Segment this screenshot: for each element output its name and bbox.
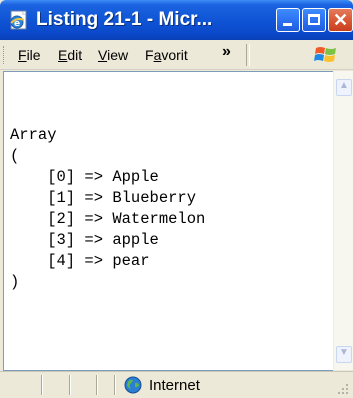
output-line: [1] => Blueberry: [10, 189, 197, 207]
arrow-up-icon: ▲: [339, 80, 349, 91]
menu-bar: File Edit View Favorit »: [0, 40, 353, 70]
output-line: [4] => pear: [10, 252, 150, 270]
output-line: ): [10, 273, 20, 291]
scroll-down-button[interactable]: ▼: [336, 346, 352, 363]
array-output: Array ( [0] => Apple [1] => Blueberry [2…: [10, 125, 205, 293]
svg-text:e: e: [14, 19, 20, 29]
menu-overflow-chevron[interactable]: »: [222, 43, 231, 61]
output-line: Array: [10, 126, 57, 144]
security-zone-label: Internet: [149, 377, 200, 394]
minimize-icon: [283, 23, 292, 26]
menu-edit[interactable]: Edit: [58, 46, 82, 64]
maximize-button[interactable]: [302, 8, 326, 32]
status-pane-divider: [69, 375, 71, 395]
scroll-up-button[interactable]: ▲: [336, 79, 352, 96]
internet-globe-icon: [124, 376, 142, 394]
menu-favorites[interactable]: Favorit: [145, 46, 207, 64]
menu-view[interactable]: View: [98, 46, 128, 64]
status-pane-divider: [114, 375, 116, 395]
browser-window: e Listing 21-1 - Micr... ✕ File Edit Vie…: [0, 0, 353, 398]
menu-file[interactable]: File: [18, 46, 41, 64]
status-bar: Internet: [0, 371, 353, 398]
title-bar[interactable]: e Listing 21-1 - Micr... ✕: [0, 0, 353, 40]
resize-grip-icon[interactable]: [336, 382, 350, 396]
toolbar-grip[interactable]: [3, 46, 6, 64]
toolbar-separator: [246, 44, 250, 66]
output-line: [3] => apple: [10, 231, 159, 249]
close-button[interactable]: ✕: [328, 8, 353, 32]
maximize-icon: [308, 14, 320, 25]
minimize-button[interactable]: [276, 8, 300, 32]
status-pane-divider: [41, 375, 43, 395]
vertical-scrollbar[interactable]: ▲ ▼: [333, 71, 353, 370]
windows-flag-logo: [314, 47, 336, 62]
arrow-down-icon: ▼: [339, 347, 349, 358]
output-line: [2] => Watermelon: [10, 210, 206, 228]
window-title: Listing 21-1 - Micr...: [36, 9, 213, 30]
output-line: [0] => Apple: [10, 168, 159, 186]
output-line: (: [10, 147, 20, 165]
status-pane-divider: [96, 375, 98, 395]
ie-page-icon: e: [10, 10, 27, 30]
page-content: Array ( [0] => Apple [1] => Blueberry [2…: [3, 71, 333, 371]
close-icon: ✕: [333, 10, 349, 30]
